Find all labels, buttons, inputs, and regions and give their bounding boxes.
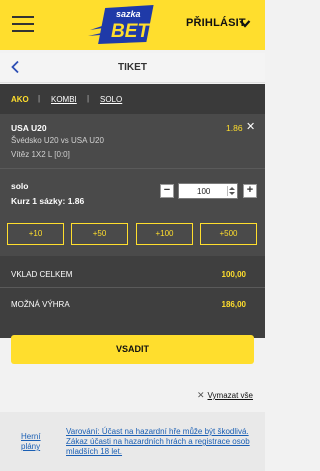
- totals-section: VKLAD CELKEM 100,00 MOŽNÁ VÝHRA 186,00: [0, 256, 265, 338]
- login-button[interactable]: PŘIHLÁSIT: [186, 17, 246, 29]
- bet-item: USA U20 1.86 ✕ Švédsko U20 vs USA U20 Ví…: [0, 114, 265, 168]
- clear-all-label: Vymazat vše: [207, 391, 254, 400]
- win-label: MOŽNÁ VÝHRA: [11, 300, 70, 309]
- stake-odds: Kurz 1 sázky: 1.86: [11, 196, 85, 206]
- stake-section: solo Kurz 1 sázky: 1.86 − 100 +: [0, 168, 265, 218]
- rules-link[interactable]: Herní plány: [21, 432, 47, 452]
- tab-solo[interactable]: SOLO: [100, 95, 122, 104]
- deposit-value: 100,00: [221, 270, 246, 279]
- quick-add-10-button[interactable]: +10: [7, 223, 64, 245]
- spinner-icon[interactable]: [227, 186, 235, 196]
- tab-separator: |: [87, 94, 90, 103]
- stake-type: solo: [11, 181, 29, 191]
- bet-selection: USA U20: [11, 123, 47, 133]
- ticket-nav: TIKET: [0, 53, 265, 83]
- menu-icon[interactable]: [12, 14, 34, 34]
- quick-add-100-button[interactable]: +100: [136, 223, 193, 245]
- quick-amounts: +10 +50 +100 +500: [0, 218, 265, 256]
- sazkabet-logo[interactable]: sazka BET: [86, 2, 158, 46]
- decrease-stake-button[interactable]: −: [160, 184, 174, 198]
- remove-bet-icon[interactable]: ✕: [246, 120, 255, 133]
- clear-all-button[interactable]: ✕ Vymazat vše: [197, 390, 253, 401]
- increase-stake-button[interactable]: +: [243, 184, 257, 198]
- tab-separator: |: [38, 94, 41, 103]
- win-value: 186,00: [221, 300, 246, 309]
- quick-add-50-button[interactable]: +50: [71, 223, 128, 245]
- place-bet-button[interactable]: VSADIT: [11, 335, 254, 364]
- logo-bottom-text: BET: [111, 21, 150, 42]
- tab-ako[interactable]: AKO: [11, 95, 29, 104]
- top-bar: sazka BET PŘIHLÁSIT: [0, 0, 265, 50]
- quick-add-500-button[interactable]: +500: [200, 223, 257, 245]
- tab-kombi[interactable]: KOMBI: [51, 95, 77, 104]
- ticket-tabs: AKO | KOMBI | SOLO: [0, 84, 265, 114]
- deposit-label: VKLAD CELKEM: [11, 270, 73, 279]
- bet-odds: 1.86: [226, 123, 243, 133]
- bet-match: Švédsko U20 vs USA U20: [11, 136, 104, 145]
- gambling-warning-link[interactable]: Varování: Účast na hazardní hře může být…: [66, 427, 256, 457]
- page-title: TIKET: [118, 62, 147, 73]
- chevron-down-icon[interactable]: [239, 19, 251, 29]
- stake-value: 100: [197, 187, 211, 196]
- logo-top-text: sazka: [116, 9, 141, 19]
- bet-market: Vítěz 1X2 L [0:0]: [11, 150, 70, 159]
- divider: [0, 287, 265, 288]
- stake-input[interactable]: 100: [178, 183, 238, 199]
- clear-icon: ✕: [196, 390, 205, 400]
- footer: Herní plány Varování: Účast na hazardní …: [0, 412, 265, 471]
